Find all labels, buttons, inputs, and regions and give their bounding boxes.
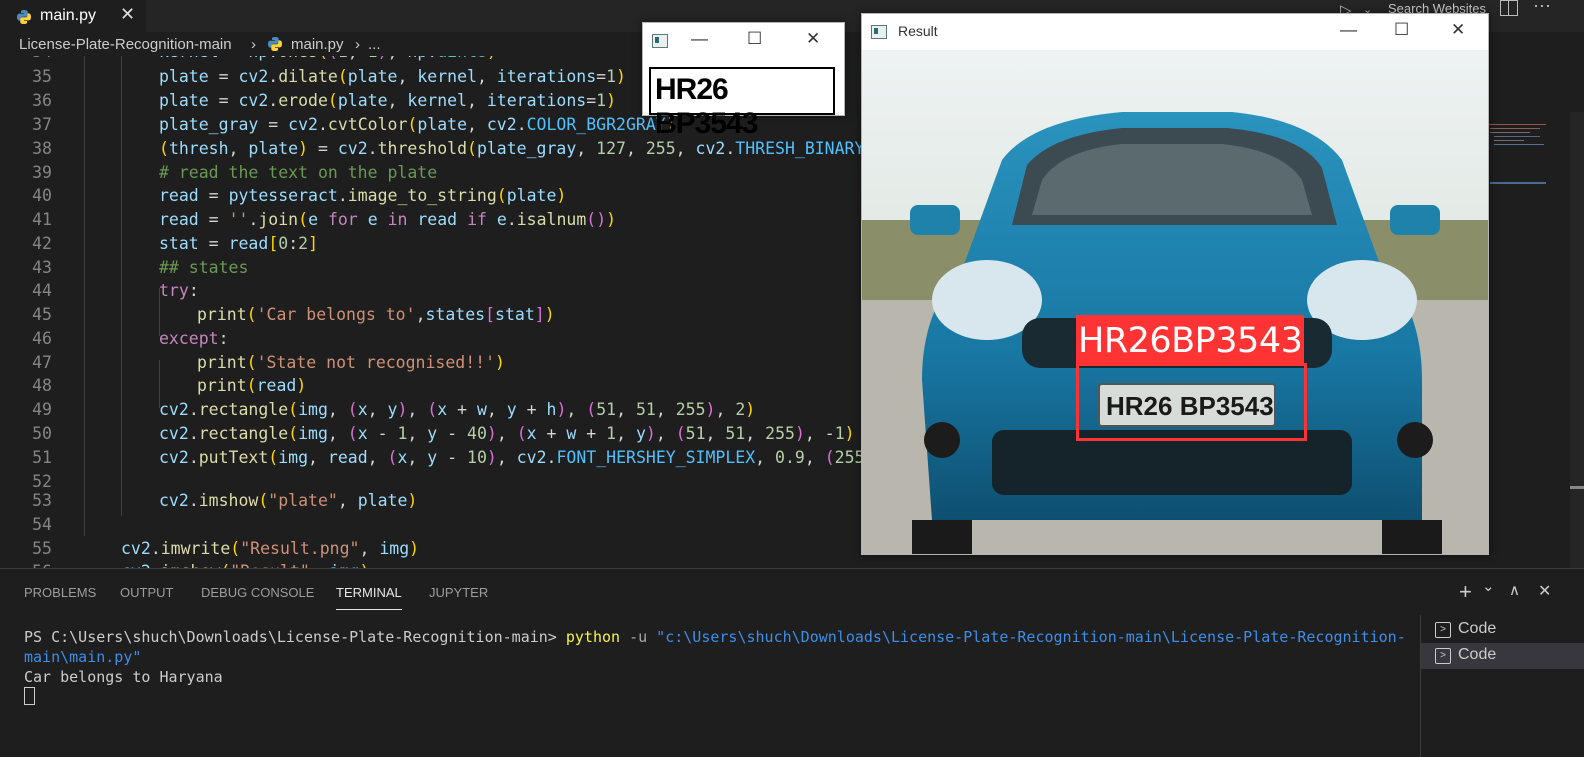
thresholded-plate-image: HR26 BP3543 [649,67,835,140]
detected-text: HR26BP3543 [1078,321,1303,361]
breadcrumb-file[interactable]: main.py [291,36,344,53]
plate-window-titlebar[interactable]: — ☐ ✕ [643,23,844,59]
terminal-path: "c:\Users\shuch\Downloads\License-Plate-… [656,628,1406,646]
plate-window[interactable]: — ☐ ✕ HR26 BP3543 [642,22,845,140]
breadcrumb-more[interactable]: ... [368,36,381,53]
maximize-panel-icon[interactable]: ∧ [1509,581,1520,599]
minimap[interactable] [1486,122,1556,222]
license-plate: HR26 BP3543 [1098,383,1276,427]
result-window[interactable]: Result — ☐ ✕ HR26BP3543 HR26 BP3543 [861,13,1489,555]
detected-text-label: HR26BP3543 [1076,315,1304,365]
tab-label: main.py [40,7,97,24]
tab-terminal[interactable]: TERMINAL [336,585,402,600]
terminal-prompt: PS C:\Users\shuch\Downloads\License-Plat… [24,628,566,646]
result-window-title: Result [898,23,938,39]
close-icon[interactable]: ✕ [1451,20,1465,40]
more-actions-icon[interactable]: ⋯ [1533,0,1551,17]
add-terminal-icon[interactable]: + [1459,579,1472,605]
active-tab-indicator [336,609,402,610]
app-icon [652,34,668,48]
terminal-item-active[interactable]: > Code [1421,643,1584,669]
terminal-path-cont: main\main.py" [24,648,142,666]
chevron-down-icon[interactable]: ⌄ [1482,577,1495,595]
close-icon[interactable]: ✕ [806,29,820,49]
car-result-image: HR26BP3543 HR26 BP3543 [862,50,1488,554]
close-panel-icon[interactable]: ✕ [1538,581,1551,601]
terminal-output[interactable]: PS C:\Users\shuch\Downloads\License-Plat… [24,627,1414,687]
terminal-item[interactable]: > Code [1421,617,1584,643]
tab-output[interactable]: OUTPUT [120,585,173,600]
terminal-command: python [565,628,621,646]
tab-main-py[interactable]: main.py ✕ [0,0,146,33]
minimize-icon[interactable]: — [691,29,708,49]
terminal-icon: > [1435,648,1451,664]
terminal-cursor [24,687,35,705]
minimize-icon[interactable]: — [1340,20,1357,40]
python-icon [17,10,31,24]
split-editor-icon[interactable] [1500,0,1518,16]
maximize-icon[interactable]: ☐ [1394,20,1409,40]
bottom-panel: PROBLEMS OUTPUT DEBUG CONSOLE TERMINAL J… [0,568,1584,757]
plate-image-text: HR26 BP3543 [655,73,758,140]
terminal-icon: > [1435,622,1451,638]
terminal-list: > Code > Code [1420,615,1584,757]
close-icon[interactable]: ✕ [120,4,135,25]
tab-problems[interactable]: PROBLEMS [24,585,96,600]
breadcrumb-folder[interactable]: License-Plate-Recognition-main [19,36,232,53]
app-icon [871,25,887,39]
breadcrumb-separator: › [355,36,360,53]
result-window-titlebar[interactable]: Result — ☐ ✕ [862,14,1488,50]
tab-debug-console[interactable]: DEBUG CONSOLE [201,585,314,600]
terminal-flag: -u [620,628,657,646]
maximize-icon[interactable]: ☐ [747,29,762,49]
breadcrumb-separator: › [251,36,256,53]
tab-jupyter[interactable]: JUPYTER [429,585,488,600]
terminal-result: Car belongs to Haryana [24,668,223,686]
car-photo [862,50,1488,554]
license-plate-text: HR26 BP3543 [1106,391,1274,421]
vertical-scrollbar[interactable] [1570,112,1584,568]
python-icon [268,37,282,51]
